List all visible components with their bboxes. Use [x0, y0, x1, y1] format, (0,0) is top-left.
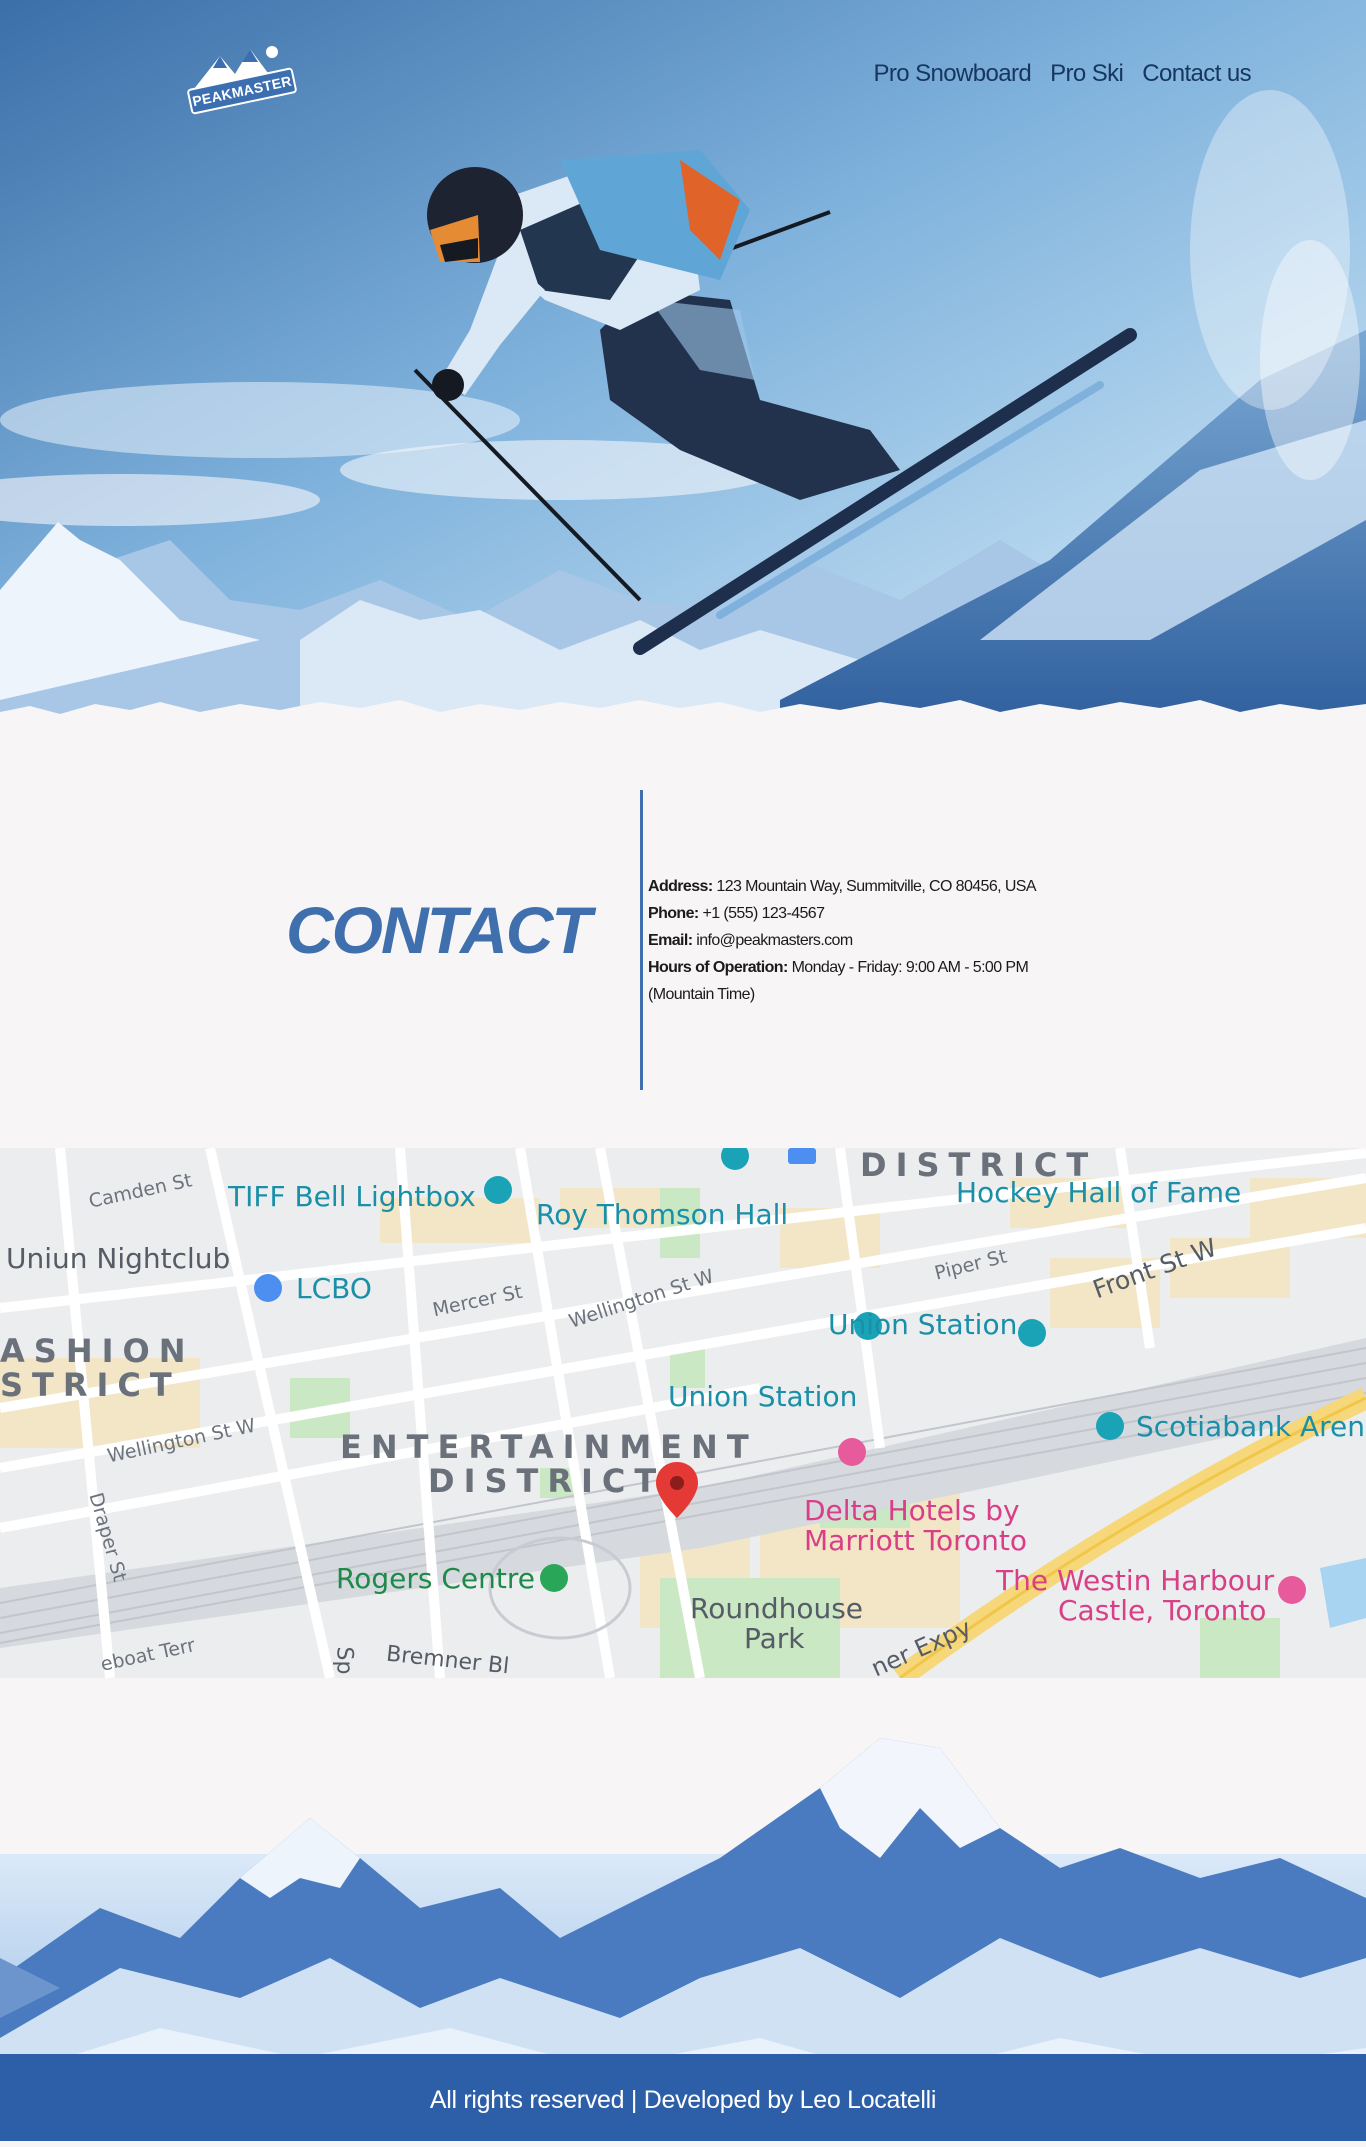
contact-info: Address: 123 Mountain Way, Summitville, … — [648, 873, 1068, 1008]
email-value[interactable]: info@peakmasters.com — [696, 932, 853, 949]
footer: All rights reserved | Developed by Leo L… — [0, 2054, 1366, 2141]
hours-line: Hours of Operation: Monday - Friday: 9:0… — [648, 954, 1068, 1008]
contact-heading: CONTACT — [286, 893, 592, 967]
map-label-nightclub[interactable]: Uniun Nightclub — [6, 1242, 230, 1275]
nav-link-contact-us[interactable]: Contact us — [1142, 60, 1251, 88]
phone-label: Phone: — [648, 905, 699, 922]
map-label-district-top: DISTRICT — [860, 1148, 1098, 1184]
vertical-divider — [640, 790, 643, 1090]
map-label-fashion-district: STRICT — [0, 1366, 181, 1404]
hours-label: Hours of Operation: — [648, 959, 788, 976]
footer-text: All rights reserved | Developed by Leo L… — [429, 2086, 937, 2114]
map-label-lcbo[interactable]: LCBO — [296, 1272, 372, 1305]
street-spadina: Sp — [331, 1646, 357, 1675]
contact-section: CONTACT Address: 123 Mountain Way, Summi… — [0, 720, 1366, 1148]
address-line: Address: 123 Mountain Way, Summitville, … — [648, 873, 1068, 900]
map-pin-icon[interactable] — [656, 1462, 698, 1518]
map-label-district: DISTRICT — [428, 1462, 666, 1500]
map-label-tiff[interactable]: TIFF Bell Lightbox — [228, 1180, 476, 1213]
map-label-delta-1[interactable]: Delta Hotels by — [804, 1494, 1020, 1527]
map-label-roundhouse-2[interactable]: Park — [744, 1622, 805, 1655]
address-label: Address: — [648, 878, 713, 895]
map-label-westin-2[interactable]: Castle, Toronto — [1058, 1594, 1266, 1627]
nav-link-pro-snowboard[interactable]: Pro Snowboard — [873, 60, 1031, 88]
map-label-union-station-2[interactable]: Union Station — [668, 1380, 857, 1413]
map-label-union-station-1[interactable]: Union Station — [828, 1308, 1017, 1341]
map-label-rogers-centre[interactable]: Rogers Centre — [336, 1562, 535, 1595]
phone-line: Phone: +1 (555) 123-4567 — [648, 900, 1068, 927]
phone-value[interactable]: +1 (555) 123-4567 — [702, 905, 825, 922]
map-label-roundhouse-1[interactable]: Roundhouse — [690, 1592, 863, 1625]
hero-banner: PEAKMASTER Pro Snowboard Pro Ski Contact… — [0, 0, 1366, 730]
peakmaster-logo[interactable]: PEAKMASTER — [180, 34, 298, 120]
map-label-westin-1[interactable]: The Westin Harbour — [996, 1564, 1274, 1597]
email-line: Email: info@peakmasters.com — [648, 927, 1068, 954]
location-map[interactable]: TIFF Bell Lightbox Roy Thomson Hall Hock… — [0, 1148, 1366, 1678]
address-value: 123 Mountain Way, Summitville, CO 80456,… — [716, 878, 1036, 895]
map-label-fashion: ASHION — [0, 1332, 195, 1370]
email-label: Email: — [648, 932, 693, 949]
map-label-scotiabank[interactable]: Scotiabank Arena — [1136, 1410, 1366, 1443]
nav-link-pro-ski[interactable]: Pro Ski — [1050, 60, 1124, 88]
map-label-roy-thomson[interactable]: Roy Thomson Hall — [536, 1198, 788, 1231]
main-nav: Pro Snowboard Pro Ski Contact us — [873, 60, 1251, 88]
map-label-delta-2[interactable]: Marriott Toronto — [804, 1524, 1027, 1557]
map-label-entertainment: ENTERTAINMENT — [340, 1428, 758, 1466]
